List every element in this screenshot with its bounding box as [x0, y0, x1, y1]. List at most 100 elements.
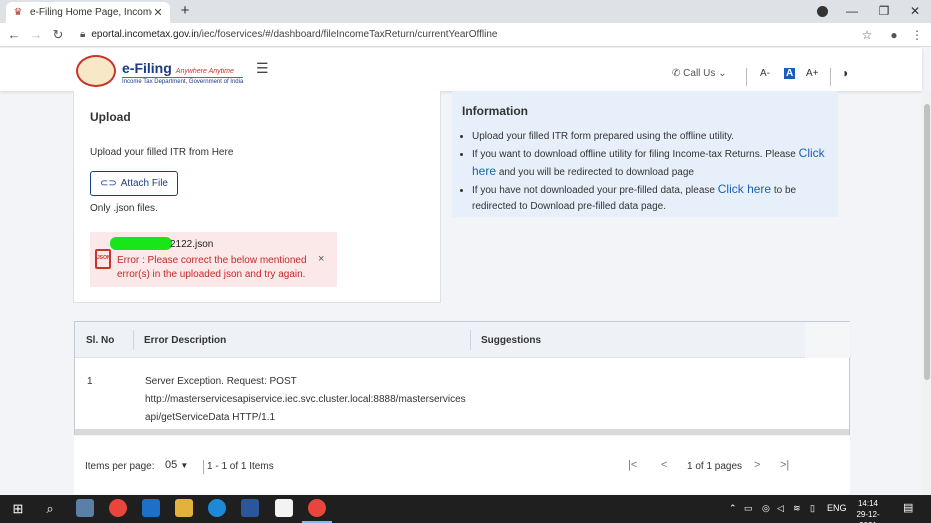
lock-icon: 🔒︎ [80, 29, 86, 40]
clock-time: 14:14 [857, 499, 879, 508]
information-title: Information [462, 104, 528, 118]
cell-error-line: api/getServiceData HTTP/1.1 [145, 412, 276, 423]
pagination-bar: Items per page: 05 ▼ 1 - 1 of 1 Items |<… [74, 436, 850, 494]
mail-app-icon[interactable] [76, 499, 94, 517]
wifi-icon[interactable]: ≋ [793, 503, 801, 514]
column-divider [470, 330, 471, 350]
hamburger-menu-icon[interactable]: ☰ [256, 60, 269, 77]
taskbar-clock[interactable]: 14:14 29-12-2021 [850, 498, 886, 523]
government-emblem-logo [76, 55, 116, 87]
font-increase-button[interactable]: A+ [806, 68, 819, 79]
chrome-icon[interactable] [109, 499, 127, 517]
battery-icon[interactable]: ▯ [810, 503, 815, 514]
table-header-row: Sl. No Error Description Suggestions [75, 322, 851, 358]
chrome-active-icon[interactable] [308, 499, 326, 517]
uploaded-filename: 2122.json [170, 239, 214, 250]
info-item-text: If you want to download offline utility … [472, 149, 796, 160]
file-type-note: Only .json files. [90, 203, 158, 214]
word-icon[interactable] [241, 499, 259, 517]
windows-start-icon[interactable]: ⊞ [8, 500, 28, 518]
url-field[interactable]: 🔒︎ eportal.incometax.gov.in/iec/foservice… [80, 27, 497, 43]
upload-description: Upload your filled ITR from Here [90, 147, 234, 158]
url-path: /iec/foservices/#/dashboard/fileIncomeTa… [198, 29, 498, 40]
profile-icon[interactable] [817, 6, 828, 17]
address-bar-row: ← → ↻ 🔒︎ eportal.incometax.gov.in/iec/fos… [0, 23, 931, 47]
clock-date: 29-12-2021 [856, 510, 880, 523]
error-table: Sl. No Error Description Suggestions 1 S… [74, 321, 851, 435]
edge-icon[interactable] [208, 499, 226, 517]
volume-icon[interactable]: ◁ [777, 503, 784, 514]
file-explorer-icon[interactable] [175, 499, 193, 517]
logo-tagline: Anywhere Anytime [175, 68, 234, 75]
info-item-text: and you will be redirected to download p… [498, 167, 694, 178]
items-per-page-label: Items per page: [85, 461, 155, 472]
phone-icon: ✆ [672, 68, 681, 79]
minimize-button[interactable]: — [842, 2, 862, 20]
efiling-logo[interactable]: e-Filing Anywhere Anytime Income Tax Depa… [122, 60, 244, 85]
notification-icon[interactable]: ▤ [903, 501, 913, 514]
column-header-suggestions[interactable]: Suggestions [481, 335, 541, 346]
info-item: Upload your filled ITR form prepared usi… [472, 129, 828, 145]
info-item: If you want to download offline utility … [472, 145, 828, 181]
account-icon[interactable]: ● [885, 26, 903, 44]
pagination-divider [203, 460, 204, 474]
language-indicator[interactable]: ENG [827, 503, 847, 513]
emblem-favicon-icon: ♛ [13, 6, 23, 18]
site-header: e-Filing Anywhere Anytime Income Tax Depa… [0, 48, 922, 91]
bookmark-star-icon[interactable]: ☆ [858, 26, 876, 44]
logo-main-text: e-Filing [122, 60, 172, 76]
notepad-icon[interactable] [275, 499, 293, 517]
close-icon[interactable]: × [318, 253, 324, 265]
attach-file-button[interactable]: ⊂⊃ Attach File [90, 171, 178, 196]
prefilled-data-link[interactable]: Click here [718, 182, 771, 196]
upload-title: Upload [90, 110, 131, 124]
chevron-down-icon: ⌄ [718, 68, 727, 79]
items-range: 1 - 1 of 1 Items [207, 461, 274, 472]
attach-file-label: Attach File [120, 178, 168, 189]
info-item-text: Upload your filled ITR form prepared usi… [472, 131, 734, 142]
header-divider-2 [830, 68, 831, 86]
browser-tab[interactable]: ♛ e-Filing Home Page, Income Tax ✕ [6, 2, 170, 23]
tray-network-icon[interactable]: ◎ [762, 503, 770, 514]
store-app-icon[interactable] [142, 499, 160, 517]
info-item-text: If you have not downloaded your pre-fill… [472, 185, 715, 196]
json-file-icon: JSON [95, 249, 111, 269]
browser-menu-icon[interactable]: ⋮ [908, 26, 926, 44]
items-per-page-value: 05 [165, 459, 178, 471]
items-per-page-select[interactable]: 05 ▼ [165, 459, 188, 471]
last-page-icon[interactable]: >| [780, 459, 789, 471]
upload-error-box: JSON 2122.json Error : Please correct th… [90, 232, 337, 287]
search-icon[interactable]: ⌕ [40, 500, 60, 518]
new-tab-button[interactable]: + [177, 2, 193, 20]
column-divider [133, 330, 134, 350]
cell-sl-no: 1 [87, 376, 93, 387]
windows-taskbar: ⊞ ⌕ ⌃ ▭ ◎ ◁ ≋ ▯ ENG 14:14 29-12-2021 ▤ [0, 495, 931, 523]
contrast-toggle-icon[interactable]: ◑ [841, 66, 848, 80]
close-window-button[interactable]: ✕ [905, 2, 925, 20]
page-indicator: 1 of 1 pages [687, 461, 743, 472]
cell-error-line: Server Exception. Request: POST [145, 376, 297, 387]
information-list: Upload your filled ITR form prepared usi… [472, 129, 828, 215]
info-item: If you have not downloaded your pre-fill… [472, 181, 828, 215]
page-scrollbar-thumb[interactable] [924, 104, 930, 380]
tray-app-icon[interactable]: ▭ [744, 503, 753, 514]
reload-icon[interactable]: ↻ [49, 26, 67, 44]
table-horizontal-scrollbar[interactable] [75, 429, 849, 435]
caret-down-icon: ▼ [180, 461, 189, 470]
forward-arrow-icon[interactable]: → [27, 26, 45, 44]
font-decrease-button[interactable]: A- [760, 68, 770, 79]
back-arrow-icon[interactable]: ← [5, 26, 23, 44]
header-filler-cell [805, 322, 850, 358]
call-us-dropdown[interactable]: ✆ Call Us ⌄ [672, 68, 727, 79]
header-divider [746, 68, 747, 86]
next-page-icon[interactable]: > [754, 459, 760, 471]
column-header-error-description[interactable]: Error Description [144, 335, 226, 346]
logo-subtitle: Income Tax Department, Government of Ind… [122, 77, 244, 85]
font-normal-button[interactable]: A [784, 68, 796, 79]
maximize-button[interactable]: ❐ [874, 2, 894, 20]
column-header-sl-no[interactable]: Sl. No [86, 335, 114, 346]
first-page-icon[interactable]: |< [628, 459, 637, 471]
previous-page-icon[interactable]: < [661, 459, 667, 471]
tab-close-icon[interactable]: ✕ [152, 6, 164, 19]
tray-chevron-up-icon[interactable]: ⌃ [729, 503, 737, 514]
